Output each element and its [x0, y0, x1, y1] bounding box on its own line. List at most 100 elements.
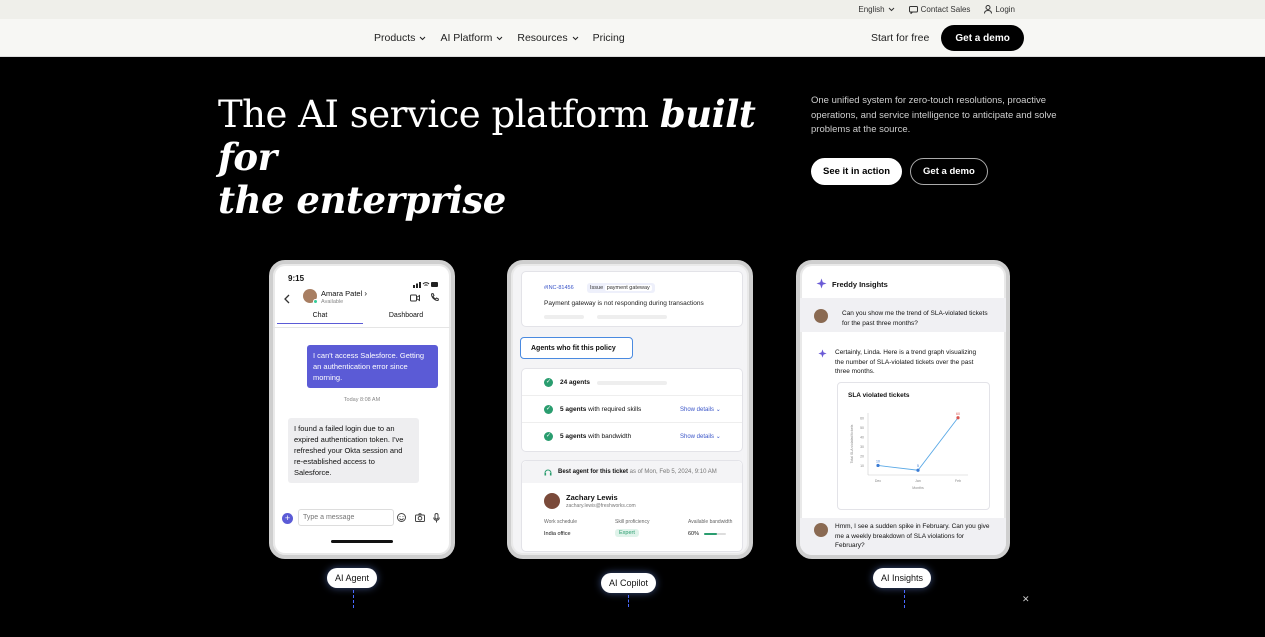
issue-tag: Issue payment gateway: [587, 283, 655, 293]
data-point: [876, 463, 880, 468]
y-tick-label: 30: [860, 445, 864, 449]
ai-agent-label[interactable]: AI Agent: [327, 568, 378, 588]
close-icon[interactable]: ✕: [1022, 594, 1030, 605]
tab-divider: [273, 327, 451, 328]
message-timestamp: Today 8:08 AM: [343, 397, 381, 403]
back-arrow-icon[interactable]: [283, 294, 290, 304]
policy-row-count: 5 agents: [560, 406, 587, 413]
data-point: [956, 416, 960, 420]
ai-agent-card: 9:15 Amara Patel › Available Chat Dashbo…: [269, 260, 455, 559]
check-icon: ✓: [544, 378, 553, 387]
nav-item-products[interactable]: Products: [374, 32, 426, 44]
bandwidth-track: [704, 533, 726, 535]
best-agent-label: Best agent for this ticket as of Mon, Fe…: [558, 469, 717, 475]
status-time: 9:15: [288, 274, 305, 283]
contact-sales-label: Contact Sales: [920, 5, 971, 14]
data-point: [916, 468, 920, 472]
check-icon: ✓: [544, 432, 553, 441]
ticket-card[interactable]: #INC-81456 Issue payment gateway Payment…: [521, 271, 743, 327]
policy-row-text: 24 agents: [560, 379, 590, 386]
login-link[interactable]: Login: [984, 5, 1015, 14]
chevron-down-icon: [888, 7, 895, 12]
y-tick-label: 60: [860, 416, 864, 420]
phone-icon[interactable]: [430, 293, 439, 302]
policy-button[interactable]: Agents who fit this policy: [520, 337, 633, 359]
ticket-id: #INC-81456: [544, 285, 574, 291]
message-input[interactable]: [298, 509, 394, 526]
agent-avatar: [544, 493, 560, 509]
y-axis-label: Total SLA violated tickets: [850, 424, 854, 463]
skeleton-bar: [597, 315, 667, 319]
question-2: Hmm, I see a sudden spike in February. C…: [835, 523, 990, 549]
policy-row-count: 5 agents: [560, 433, 587, 440]
policy-row: ✓ 24 agents: [522, 369, 742, 396]
microphone-icon[interactable]: [433, 513, 440, 523]
x-tick-label: Jan: [915, 479, 921, 483]
bandwidth-value: 60%: [688, 531, 700, 537]
add-icon[interactable]: +: [282, 513, 293, 524]
policy-row: ✓ 5 agents with required skills Show detai…: [522, 396, 742, 423]
hero-get-demo-button[interactable]: Get a demo: [910, 158, 988, 185]
nav-item-label: Pricing: [592, 32, 625, 44]
ai-copilot-label[interactable]: AI Copilot: [601, 573, 657, 593]
nav-item-ai-platform[interactable]: AI Platform: [440, 32, 503, 44]
user-avatar: [814, 309, 828, 323]
bandwidth-fill: [704, 533, 718, 535]
best-agent-card: Best agent for this ticket as of Mon, Fe…: [521, 460, 743, 552]
col-header-skill: Skill proficiency: [615, 519, 650, 525]
nav-item-label: Resources: [517, 32, 568, 44]
show-details-link[interactable]: Show details ⌄: [680, 406, 721, 413]
hero-title-emphasis-2: the enterprise: [218, 178, 506, 222]
get-demo-button[interactable]: Get a demo: [941, 25, 1024, 51]
nav-item-resources[interactable]: Resources: [517, 32, 578, 44]
language-selector[interactable]: English: [858, 5, 894, 14]
emoji-icon[interactable]: [397, 513, 406, 522]
x-tick-label: Feb: [955, 479, 961, 483]
policy-row-text: 5 agents with bandwidth: [560, 433, 631, 440]
schedule-value: India office: [544, 531, 571, 537]
nav-item-label: AI Platform: [440, 32, 493, 44]
connector-line: [904, 590, 905, 608]
agent-email: zachary.lewis@freshworks.com: [566, 503, 636, 509]
hero-title: The AI service platform built for the ent…: [218, 93, 798, 222]
connector-line: [353, 590, 354, 608]
show-details-link[interactable]: Show details ⌄: [680, 433, 721, 440]
col-header-bandwidth: Available bandwidth: [688, 519, 733, 525]
nav-item-pricing[interactable]: Pricing: [593, 32, 625, 44]
ai-insights-label[interactable]: AI Insights: [873, 568, 932, 588]
y-tick-label: 20: [860, 454, 864, 458]
nav-item-label: Products: [374, 32, 416, 44]
camera-icon[interactable]: [415, 513, 425, 522]
sparkle-icon: [816, 278, 827, 289]
user-message: I can't access Salesforce. Getting an au…: [307, 345, 438, 388]
col-header-schedule: Work schedule: [544, 519, 577, 525]
chat-icon: [908, 5, 918, 14]
show-details-label: Show details: [680, 434, 715, 440]
nav-links: Products AI Platform Resources Pricing: [374, 19, 625, 57]
skill-badge: Expert: [615, 529, 639, 537]
series-line: [877, 417, 959, 471]
chart-card: SLA violated tickets 10 20 30 40 50 60 Dec Jan F…: [837, 382, 990, 510]
policy-row: ✓ 5 agents with bandwidth Show details ⌄: [522, 423, 742, 450]
see-in-action-button[interactable]: See it in action: [811, 158, 903, 185]
tab-dashboard[interactable]: Dashboard: [363, 312, 449, 323]
start-free-link[interactable]: Start for free: [871, 32, 929, 44]
policy-row-count: 24 agents: [560, 379, 590, 386]
y-tick-label: 40: [860, 435, 864, 439]
nav-actions: Start for free Get a demo: [871, 25, 1024, 51]
main-nav: Products AI Platform Resources Pricing Star…: [0, 19, 1265, 57]
video-call-icon[interactable]: [410, 294, 420, 302]
skeleton-bar: [597, 381, 667, 385]
agent-name: Zachary Lewis: [566, 493, 618, 502]
hero-actions: See it in action Get a demo: [811, 158, 988, 185]
data-label: 60: [956, 412, 960, 416]
chevron-down-icon: [419, 36, 426, 41]
avatar: [303, 289, 318, 304]
contact-sales-link[interactable]: Contact Sales: [908, 5, 971, 14]
chevron-down-icon: [496, 36, 503, 41]
ticket-title: Payment gateway is not responding during…: [544, 300, 704, 307]
ai-copilot-card: #INC-81456 Issue payment gateway Payment…: [507, 260, 753, 559]
tab-chat[interactable]: Chat: [277, 312, 363, 324]
headset-icon: [544, 469, 552, 476]
contact-name-row[interactable]: Amara Patel ›: [321, 289, 367, 298]
